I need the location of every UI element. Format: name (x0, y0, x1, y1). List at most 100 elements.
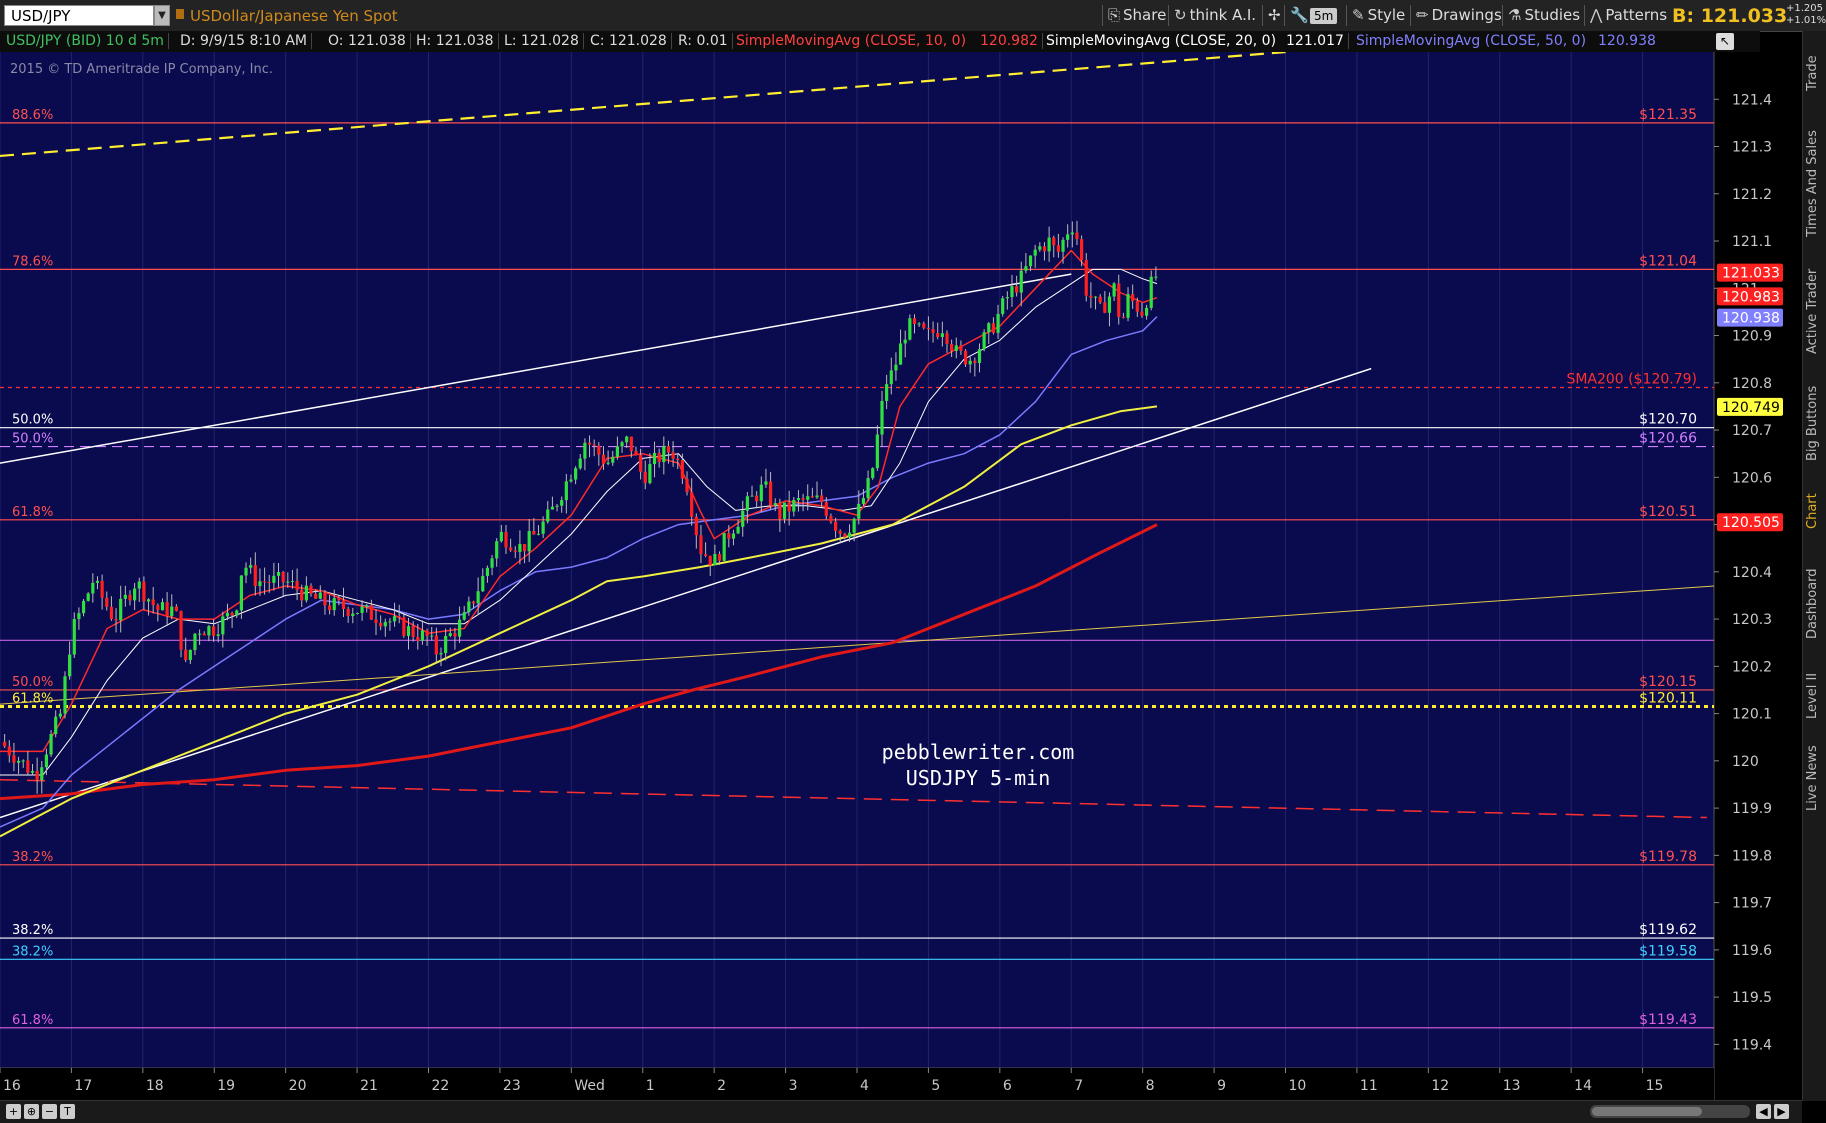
scrollbar-thumb[interactable] (1592, 1107, 1702, 1116)
candle-body (430, 635, 434, 637)
candle-body (439, 653, 443, 655)
info-high: H: 121.038 (416, 33, 499, 49)
bookmark-icon[interactable] (176, 9, 184, 19)
sma10-label[interactable]: SimpleMovingAvg (CLOSE, 10, 0) (736, 33, 970, 49)
sidetab-active-trader[interactable]: Active Trader (1805, 256, 1825, 366)
candle-body (736, 526, 740, 534)
retracement-pct-label: 50.0% (12, 432, 53, 447)
studies-label: Studies (1524, 6, 1581, 24)
candle-body (755, 495, 759, 502)
candle-body (829, 515, 833, 522)
candle-body (1010, 286, 1014, 298)
candle-body (931, 329, 935, 334)
scroll-right-icon[interactable]: ▶ (1774, 1104, 1789, 1119)
chart-bottom-bar: + ⊕ − T ◀ ▶ (0, 1100, 1802, 1123)
text-tool-icon[interactable]: T (60, 1104, 75, 1119)
candle-body (940, 333, 944, 338)
candle-body (230, 612, 234, 616)
sma20-label[interactable]: SimpleMovingAvg (CLOSE, 20, 0) (1046, 33, 1280, 49)
watermark-site: pebblewriter.com (882, 740, 1075, 764)
think-ai-button[interactable]: ↻ think A.I. (1168, 5, 1261, 26)
candle-body (861, 498, 866, 504)
candle-body (555, 505, 559, 507)
candle-body (425, 630, 429, 636)
price-tick-label: 120.9 (1732, 329, 1772, 345)
candle-body (945, 333, 949, 344)
candle-body (843, 533, 847, 538)
candle-body (360, 606, 364, 613)
symbol-input[interactable]: USD/JPY (4, 5, 154, 26)
refresh-icon: ↻ (1174, 6, 1187, 24)
candle-body (963, 350, 968, 365)
retracement-pct-label: 38.2% (12, 923, 53, 938)
symbol-dropdown-button[interactable]: ▼ (154, 5, 170, 26)
candle-body (680, 460, 684, 479)
candle-body (35, 770, 39, 781)
candle-body (95, 580, 100, 583)
interval-button[interactable]: 5m (1310, 8, 1338, 24)
candle-body (1070, 232, 1074, 235)
zoom-in-icon[interactable]: + (6, 1104, 21, 1119)
candle-body (546, 509, 550, 522)
candle-body (304, 585, 308, 601)
candle-body (982, 332, 986, 350)
info-close: C: 121.028 (590, 33, 672, 49)
sidetab-dashboard[interactable]: Dashboard (1805, 551, 1825, 656)
candle-body (1028, 255, 1033, 267)
retracement-value-label: $119.58 (1639, 943, 1697, 959)
price-chart[interactable]: 2015 © TD Ameritrade IP Company, Inc. 88… (0, 52, 1802, 1100)
candle-body (462, 612, 466, 620)
candle-body (768, 481, 773, 506)
share-button[interactable]: ⎘ Share (1102, 5, 1171, 26)
patterns-button[interactable]: ⋀ Patterns (1584, 5, 1672, 26)
candle-body (889, 370, 893, 385)
sma20-value: 121.017 (1286, 33, 1349, 49)
candle-body (100, 580, 104, 598)
time-tick-label: 2 (717, 1078, 726, 1094)
candle-body (652, 452, 657, 465)
studies-button[interactable]: ⚗ Studies (1502, 5, 1585, 26)
candle-body (741, 510, 745, 527)
candle-body (244, 567, 248, 576)
style-button[interactable]: ✎ Style (1346, 5, 1410, 26)
candle-body (820, 495, 824, 503)
zoom-out-icon[interactable]: − (42, 1104, 57, 1119)
time-tick-label: 7 (1074, 1078, 1083, 1094)
drawings-button[interactable]: ✏ Drawings (1410, 5, 1507, 26)
candle-body (123, 594, 127, 599)
sidetab-big-buttons[interactable]: Big Buttons (1805, 376, 1825, 471)
candle-body (1140, 311, 1144, 316)
candle-body (476, 591, 480, 604)
candle-body (207, 626, 211, 636)
candle-body (341, 600, 346, 609)
sidetab-chart[interactable]: Chart (1805, 481, 1825, 541)
time-tick-label: 12 (1431, 1078, 1449, 1094)
candle-body (1080, 239, 1084, 260)
candle-body (295, 581, 299, 590)
candle-body (708, 555, 712, 566)
sidetab-trade[interactable]: Trade (1805, 37, 1825, 109)
price-tick-label: 120.4 (1732, 565, 1772, 581)
candle-body (457, 619, 462, 637)
scroll-left-icon[interactable]: ◀ (1756, 1104, 1771, 1119)
retracement-pct-label: 38.2% (12, 944, 53, 959)
price-tick-label: 120.8 (1732, 376, 1772, 392)
patterns-label: Patterns (1605, 6, 1668, 24)
time-tick-label: 3 (789, 1078, 798, 1094)
candle-body (625, 436, 629, 443)
crosshair-tool-button[interactable]: ✢ (1262, 5, 1286, 26)
price-tick-label: 121.4 (1732, 92, 1772, 108)
sidetab-times-and-sales[interactable]: Times And Sales (1805, 121, 1825, 246)
sma50-label[interactable]: SimpleMovingAvg (CLOSE, 50, 0) (1356, 33, 1590, 49)
zoom-fit-icon[interactable]: ⊕ (24, 1104, 39, 1119)
candle-body (179, 610, 183, 650)
cursor-tool-icon[interactable]: ↖ (1716, 33, 1734, 50)
candle-body (63, 676, 67, 714)
candle-body (764, 481, 768, 485)
candle-body (532, 531, 536, 535)
sidetab-live-news[interactable]: Live News (1805, 736, 1825, 821)
sidetab-level-ii[interactable]: Level II (1805, 666, 1825, 726)
candle-body (253, 565, 257, 587)
candle-body (49, 734, 53, 755)
horizontal-scrollbar[interactable] (1590, 1105, 1750, 1118)
